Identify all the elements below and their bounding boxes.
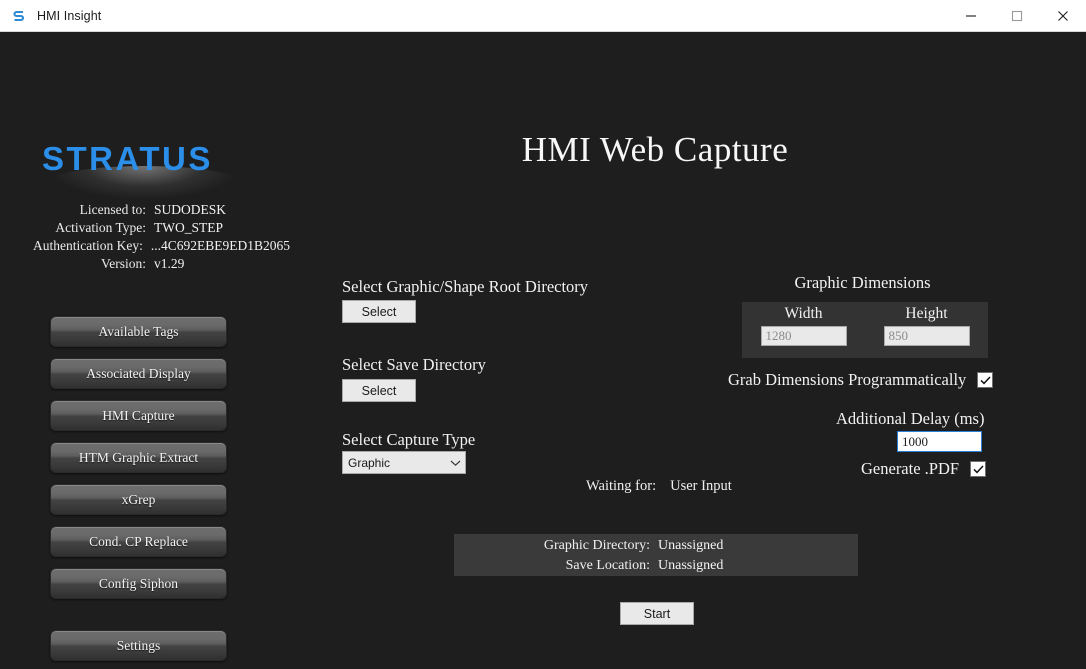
start-button[interactable]: Start xyxy=(620,602,694,625)
graphic-dimensions-panel: Width Height xyxy=(742,302,988,358)
grab-dimensions-row[interactable]: Grab Dimensions Programmatically xyxy=(728,370,994,390)
sidebar-item-xgrep[interactable]: xGrep xyxy=(50,484,227,515)
license-label: Version: xyxy=(101,256,146,271)
logo-text: STRATUS xyxy=(42,140,213,177)
status-row-graphic-directory: Graphic Directory: Unassigned xyxy=(454,536,858,555)
status-label: Graphic Directory: xyxy=(543,537,650,553)
license-value: TWO_STEP xyxy=(154,220,223,235)
sidebar-item-label: Associated Display xyxy=(86,365,191,381)
width-input[interactable] xyxy=(760,326,847,346)
license-label: Licensed to: xyxy=(79,202,146,217)
capture-type-value: Graphic xyxy=(348,455,391,470)
sidebar-item-htm-graphic-extract[interactable]: HTM Graphic Extract xyxy=(50,442,227,473)
check-icon xyxy=(980,375,991,384)
sidebar-item-settings[interactable]: Settings xyxy=(50,630,227,661)
license-label: Activation Type: xyxy=(55,220,146,235)
sidebar: STRATUS Licensed to: SUDODESK Activation… xyxy=(0,32,290,669)
license-value: v1.29 xyxy=(154,256,185,271)
close-icon[interactable] xyxy=(1040,0,1086,31)
license-row-authentication-key: Authentication Key: ...4C692EBE9ED1B2065 xyxy=(0,238,290,256)
title-bar: HMI Insight xyxy=(0,0,1086,32)
status-value: Unassigned xyxy=(658,557,724,573)
height-group: Height xyxy=(865,302,988,358)
sidebar-item-label: HTM Graphic Extract xyxy=(78,449,199,465)
app-body: STRATUS Licensed to: SUDODESK Activation… xyxy=(0,32,1086,669)
stratus-logo: STRATUS xyxy=(42,140,242,200)
stratus-s-icon xyxy=(11,8,27,24)
status-value: Unassigned xyxy=(658,537,724,553)
status-row-save-location: Save Location: Unassigned xyxy=(454,556,858,575)
window-controls xyxy=(948,0,1086,31)
generate-pdf-checkbox[interactable] xyxy=(970,461,987,477)
sidebar-item-label: Settings xyxy=(116,637,161,653)
sidebar-item-label: Cond. CP Replace xyxy=(89,533,188,549)
generate-pdf-label: Generate .PDF xyxy=(861,459,960,478)
waiting-label: Waiting for: xyxy=(586,478,657,494)
save-directory-label: Select Save Directory xyxy=(342,355,486,374)
check-icon xyxy=(973,464,984,473)
sidebar-item-label: xGrep xyxy=(121,491,156,507)
sidebar-nav: Available Tags Associated Display HMI Ca… xyxy=(50,316,227,610)
select-save-directory-button[interactable]: Select xyxy=(342,379,416,402)
status-label: Save Location: xyxy=(565,557,650,573)
minimize-icon[interactable] xyxy=(948,0,994,31)
additional-delay-label: Additional Delay (ms) xyxy=(836,409,985,428)
sidebar-item-available-tags[interactable]: Available Tags xyxy=(50,316,227,347)
chevron-down-icon xyxy=(445,459,465,467)
sidebar-item-cond-cp-replace[interactable]: Cond. CP Replace xyxy=(50,526,227,557)
sidebar-item-config-siphon[interactable]: Config Siphon xyxy=(50,568,227,599)
select-graphic-root-button[interactable]: Select xyxy=(342,300,416,323)
page-title: HMI Web Capture xyxy=(521,130,789,169)
width-group: Width xyxy=(742,302,865,358)
waiting-value: User Input xyxy=(670,478,732,494)
license-value: SUDODESK xyxy=(154,202,227,217)
height-input[interactable] xyxy=(883,326,970,346)
status-panel: Graphic Directory: Unassigned Save Locat… xyxy=(454,534,858,576)
grab-dimensions-label: Grab Dimensions Programmatically xyxy=(728,370,967,389)
height-label: Height xyxy=(905,305,948,322)
license-row-activation-type: Activation Type: TWO_STEP xyxy=(0,220,290,238)
license-value: ...4C692EBE9ED1B2065 xyxy=(150,238,290,253)
window-title: HMI Insight xyxy=(37,8,102,23)
additional-delay-input[interactable] xyxy=(897,431,982,452)
sidebar-item-label: Available Tags xyxy=(98,323,179,339)
generate-pdf-row[interactable]: Generate .PDF xyxy=(861,459,987,479)
capture-type-label: Select Capture Type xyxy=(342,430,476,449)
license-row-version: Version: v1.29 xyxy=(0,256,290,274)
width-label: Width xyxy=(784,305,823,322)
waiting-status: Waiting for: User Input xyxy=(586,478,732,495)
sidebar-item-associated-display[interactable]: Associated Display xyxy=(50,358,227,389)
sidebar-item-label: HMI Capture xyxy=(102,407,175,423)
grab-dimensions-checkbox[interactable] xyxy=(977,372,994,388)
sidebar-item-hmi-capture[interactable]: HMI Capture xyxy=(50,400,227,431)
sidebar-item-label: Config Siphon xyxy=(98,575,179,591)
graphic-root-label: Select Graphic/Shape Root Directory xyxy=(342,277,589,296)
license-row-licensed-to: Licensed to: SUDODESK xyxy=(0,202,290,220)
license-label: Authentication Key: xyxy=(33,238,143,253)
license-info: Licensed to: SUDODESK Activation Type: T… xyxy=(0,202,290,274)
capture-type-select[interactable]: Graphic xyxy=(342,451,466,474)
graphic-dimensions-title: Graphic Dimensions xyxy=(794,273,931,292)
maximize-icon[interactable] xyxy=(994,0,1040,31)
